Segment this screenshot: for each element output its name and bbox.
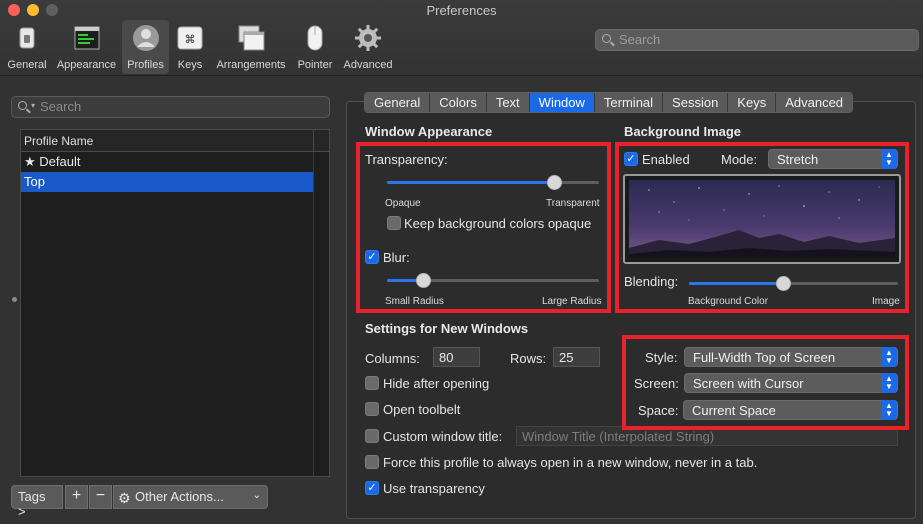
tab-colors[interactable]: Colors xyxy=(430,93,487,112)
gear-icon: ⚙ xyxy=(118,490,131,506)
toolbar-advanced[interactable]: Advanced xyxy=(340,20,396,74)
chevron-down-icon: ▾ xyxy=(31,101,36,110)
profile-row-top[interactable]: Top xyxy=(21,172,314,192)
open-toolbelt-label: Open toolbelt xyxy=(383,402,461,417)
tab-terminal[interactable]: Terminal xyxy=(594,93,664,112)
search-icon xyxy=(18,101,27,110)
open-toolbelt-checkbox[interactable] xyxy=(365,402,379,416)
new-windows-heading: Settings for New Windows xyxy=(365,321,529,336)
chevron-down-icon: ⌄ xyxy=(252,490,261,501)
star-icon: ★ xyxy=(24,154,40,169)
window-appearance-heading: Window Appearance xyxy=(365,124,493,139)
other-actions-menu[interactable]: ⚙ Other Actions... ⌄ xyxy=(113,485,268,509)
toolbar-arrangements[interactable]: Arrangements xyxy=(212,20,290,74)
highlight-box-position xyxy=(622,335,909,430)
profile-search-input[interactable]: ▾ Search xyxy=(11,96,330,118)
profile-actions-bar: Tags > + − ⚙ Other Actions... ⌄ xyxy=(11,485,268,519)
toolbar-profiles[interactable]: Profiles xyxy=(122,20,169,74)
highlight-box-appearance xyxy=(356,142,611,313)
tab-window[interactable]: Window xyxy=(529,93,595,112)
tab-general[interactable]: General xyxy=(365,93,431,112)
rows-field[interactable]: 25 xyxy=(553,347,600,367)
custom-title-checkbox[interactable] xyxy=(365,429,379,443)
background-image-heading: Background Image xyxy=(624,124,742,139)
tab-keys[interactable]: Keys xyxy=(728,93,777,112)
add-profile-button[interactable]: + xyxy=(65,485,88,509)
split-handle[interactable] xyxy=(12,297,17,302)
toolbar-general[interactable]: General xyxy=(3,20,51,74)
force-new-window-label: Force this profile to always open in a n… xyxy=(383,455,758,470)
profile-tabs: General Colors Text Window Terminal Sess… xyxy=(364,92,854,113)
preferences-search-input[interactable]: Search xyxy=(595,29,919,51)
hide-after-opening-checkbox[interactable] xyxy=(365,376,379,390)
columns-label: Columns: xyxy=(365,351,420,366)
toolbar-pointer[interactable]: Pointer xyxy=(294,20,336,74)
switch-icon xyxy=(12,23,42,53)
columns-field[interactable]: 80 xyxy=(433,347,480,367)
tab-text[interactable]: Text xyxy=(486,93,530,112)
highlight-box-background xyxy=(615,142,909,313)
remove-profile-button[interactable]: − xyxy=(89,485,112,509)
toolbar-appearance[interactable]: Appearance xyxy=(53,20,120,74)
tab-session[interactable]: Session xyxy=(663,93,729,112)
arrangements-icon xyxy=(236,23,266,53)
svg-text:⌘: ⌘ xyxy=(185,33,196,46)
appearance-icon xyxy=(72,23,102,53)
toolbar-keys[interactable]: ⌘ Keys xyxy=(172,20,208,74)
use-transparency-label: Use transparency xyxy=(383,481,485,496)
profile-icon xyxy=(131,23,161,53)
window-title: Preferences xyxy=(426,3,497,18)
command-key-icon: ⌘ xyxy=(175,23,205,53)
profile-list[interactable]: Profile Name ★ Default Top xyxy=(20,129,330,477)
rows-label: Rows: xyxy=(510,351,547,366)
force-new-window-checkbox[interactable] xyxy=(365,455,379,469)
tags-button[interactable]: Tags > xyxy=(11,485,63,519)
mouse-icon xyxy=(300,23,330,53)
profile-name-column-header[interactable]: Profile Name xyxy=(21,130,329,152)
use-transparency-checkbox[interactable]: ✓ xyxy=(365,481,379,495)
gear-icon xyxy=(353,23,383,53)
profile-row-default[interactable]: ★ Default xyxy=(21,152,314,172)
custom-title-label: Custom window title: xyxy=(383,429,503,444)
title-bar: Preferences General Appearance Profiles … xyxy=(0,0,923,76)
tab-advanced[interactable]: Advanced xyxy=(776,93,853,112)
hide-after-opening-label: Hide after opening xyxy=(383,376,490,391)
search-icon xyxy=(602,34,611,43)
